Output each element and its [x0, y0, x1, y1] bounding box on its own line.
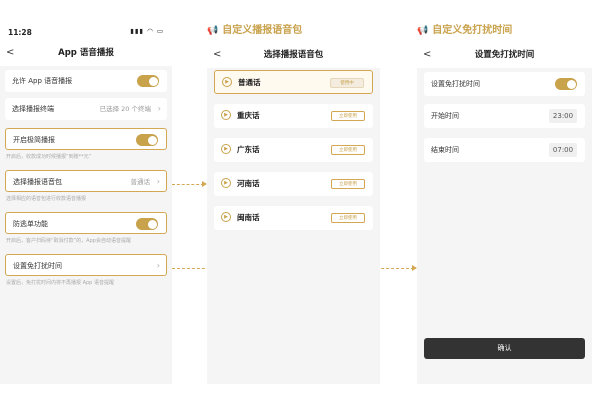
- voice-name: 重庆话: [237, 111, 260, 120]
- row-label: 结束时间: [431, 146, 459, 154]
- start-time-value[interactable]: 23:00: [549, 109, 577, 123]
- status-bar: 11:28 ▮▮▮ ◠ ▭: [0, 22, 172, 40]
- play-icon[interactable]: ▶: [221, 212, 231, 222]
- toggle-allow-voice[interactable]: [137, 75, 159, 87]
- chevron-right-icon: ›: [156, 261, 160, 270]
- voice-item[interactable]: ▶ 普通话 使用中: [214, 70, 373, 94]
- signal-icon: ▮▮▮: [130, 27, 145, 35]
- voice-name: 普通话: [238, 78, 261, 87]
- row-voice-pack[interactable]: 选择播报语音包 普通话 ›: [5, 170, 167, 192]
- status-time: 11:28: [8, 28, 32, 37]
- row-label: 设置免打扰时间: [431, 80, 480, 88]
- callout-voice-pack-label: 自定义播报语音包: [222, 25, 303, 36]
- hint-simple-mode: 开启后，收款成功时候播报“到账**元”: [6, 154, 92, 160]
- row-label: 开启极简播报: [13, 136, 55, 144]
- play-icon[interactable]: ▶: [221, 178, 231, 188]
- voice-use-button[interactable]: 立即使用: [331, 111, 365, 121]
- row-simple-mode: 开启极简播报: [5, 128, 167, 150]
- callout-dnd-time-label: 自定义免打扰时间: [432, 25, 513, 36]
- row-end-time[interactable]: 结束时间 07:00: [424, 138, 585, 162]
- screen-voice-pack: < 选择播报语音包 ▶ 普通话 使用中 ▶ 重庆话 立即使用 ▶ 广东话 立即使…: [207, 42, 380, 384]
- row-dnd[interactable]: 设置免打扰时间 ›: [5, 254, 167, 276]
- battery-icon: ▭: [156, 27, 164, 35]
- toggle-anti-drop[interactable]: [136, 218, 158, 230]
- callout-voice-pack: 📢 自定义播报语音包: [207, 21, 302, 36]
- row-label: 选择播报终端: [12, 105, 54, 113]
- row-label: 设置免打扰时间: [13, 262, 62, 270]
- hint-anti-drop: 开启后，客户扫码待“取消付款”的，App会自动语音提醒: [6, 238, 131, 244]
- nav-bar: < 设置免打扰时间: [417, 42, 592, 68]
- voice-name: 河南话: [237, 179, 260, 188]
- megaphone-icon: 📢: [417, 26, 429, 36]
- row-value: 普通话: [130, 178, 151, 186]
- row-select-terminal[interactable]: 选择播报终端 已选择 20 个终端 ›: [5, 98, 167, 120]
- voice-item[interactable]: ▶ 闽南话 立即使用: [214, 206, 373, 230]
- row-anti-drop: 防逃单功能: [5, 212, 167, 234]
- voice-use-button[interactable]: 使用中: [330, 78, 364, 88]
- row-set-dnd: 设置免打扰时间: [424, 72, 585, 96]
- voice-item[interactable]: ▶ 重庆话 立即使用: [214, 104, 373, 128]
- row-label: 开始时间: [431, 112, 459, 120]
- end-time-value[interactable]: 07:00: [549, 143, 577, 157]
- wifi-icon: ◠: [147, 27, 154, 35]
- voice-item[interactable]: ▶ 广东话 立即使用: [214, 138, 373, 162]
- megaphone-icon: 📢: [207, 26, 219, 36]
- callout-dnd-time: 📢 自定义免打扰时间: [417, 21, 512, 36]
- toggle-dnd[interactable]: [555, 78, 577, 90]
- row-value: 已选择 20 个终端: [99, 105, 151, 113]
- chevron-right-icon: ›: [157, 104, 161, 113]
- row-label: 防逃单功能: [13, 220, 48, 228]
- screen-app-voice: 11:28 ▮▮▮ ◠ ▭ < App 语音播报 允许 App 语音播报 选择播…: [0, 22, 172, 384]
- voice-use-button[interactable]: 立即使用: [331, 213, 365, 223]
- page-title: App 语音播报: [58, 48, 114, 58]
- back-icon[interactable]: <: [213, 42, 221, 68]
- back-icon[interactable]: <: [6, 40, 14, 66]
- row-label: 选择播报语音包: [13, 178, 62, 186]
- hint-voice-pack: 选择相应的语音包进行收款语音播报: [6, 196, 87, 202]
- voice-item[interactable]: ▶ 河南话 立即使用: [214, 172, 373, 196]
- voice-use-button[interactable]: 立即使用: [331, 179, 365, 189]
- back-icon[interactable]: <: [423, 42, 431, 68]
- toggle-simple-mode[interactable]: [136, 134, 158, 146]
- row-start-time[interactable]: 开始时间 23:00: [424, 104, 585, 128]
- play-icon[interactable]: ▶: [222, 77, 232, 87]
- voice-name: 广东话: [237, 145, 260, 154]
- hint-dnd: 设置后，免打扰时间内将不再播报 App 语音提醒: [6, 280, 114, 286]
- nav-bar: < App 语音播报: [0, 40, 172, 66]
- nav-bar: < 选择播报语音包: [207, 42, 380, 68]
- row-label: 允许 App 语音播报: [12, 77, 73, 85]
- row-allow-voice: 允许 App 语音播报: [5, 70, 167, 92]
- play-icon[interactable]: ▶: [221, 110, 231, 120]
- page-title: 选择播报语音包: [263, 50, 324, 60]
- page-title: 设置免打扰时间: [474, 50, 535, 60]
- confirm-button[interactable]: 确认: [424, 338, 585, 359]
- voice-name: 闽南话: [237, 213, 260, 222]
- connector-voice-pack: [172, 184, 204, 185]
- play-icon[interactable]: ▶: [221, 144, 231, 154]
- chevron-right-icon: ›: [156, 177, 160, 186]
- screen-dnd-time: < 设置免打扰时间 设置免打扰时间 开始时间 23:00 结束时间 07:00 …: [417, 42, 592, 384]
- voice-use-button[interactable]: 立即使用: [331, 145, 365, 155]
